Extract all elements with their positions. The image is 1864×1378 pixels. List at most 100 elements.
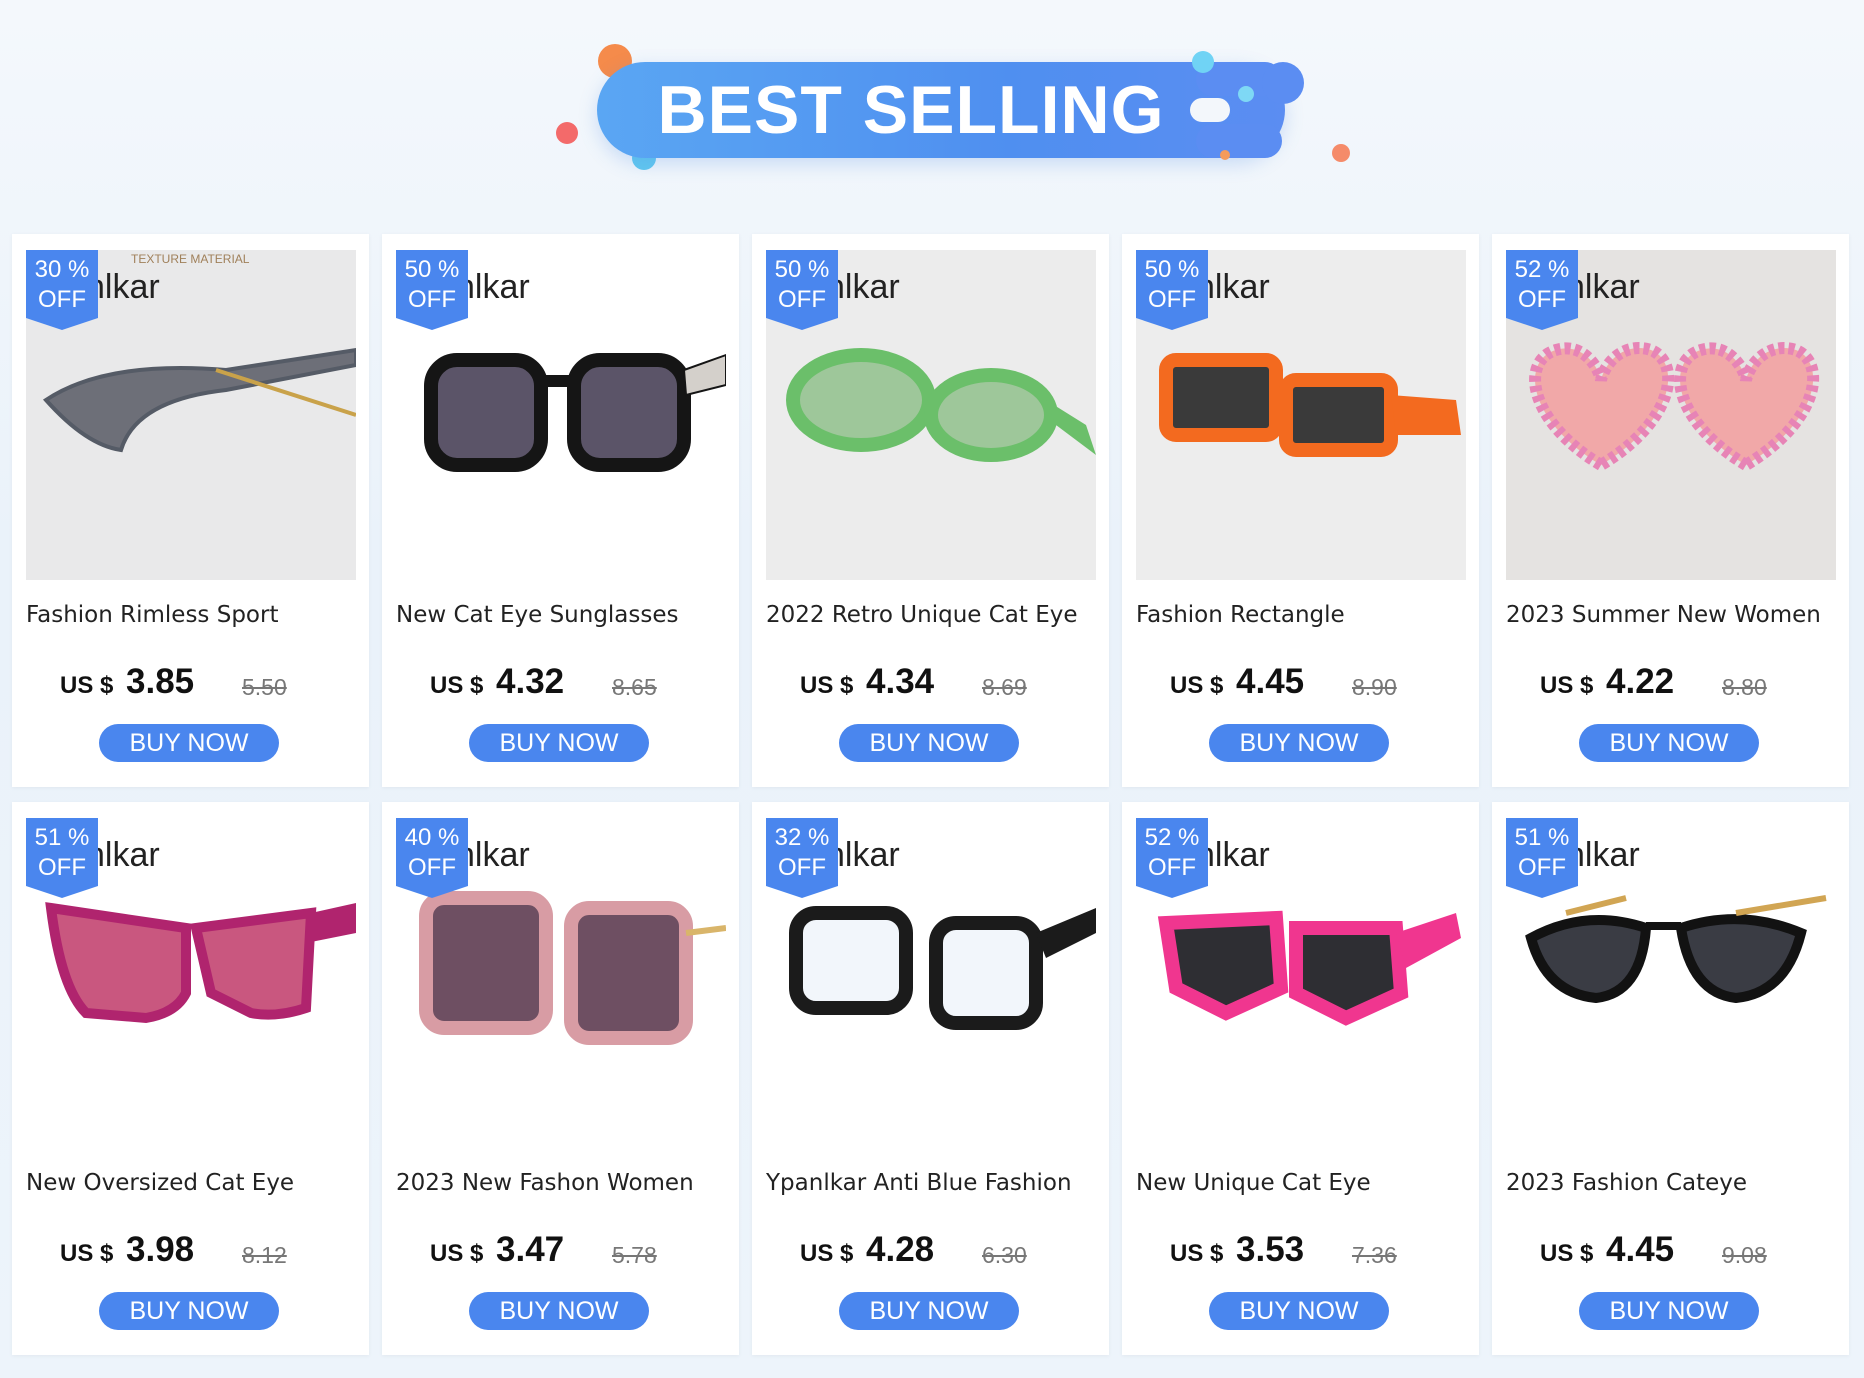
product-card[interactable]: nlkar 51 % OFF New Oversized Cat Eye US … bbox=[12, 802, 369, 1355]
discount-off-label: OFF bbox=[38, 286, 86, 313]
price-row: US $ 4.45 8.90 bbox=[1170, 662, 1470, 702]
product-image[interactable]: nlkar 52 % OFF bbox=[1136, 818, 1466, 1148]
banner-title: BEST SELLING bbox=[657, 72, 1165, 148]
discount-percent: 30 % bbox=[34, 256, 90, 283]
discount-percent: 52 % bbox=[1514, 256, 1570, 283]
original-price: 8.65 bbox=[612, 674, 657, 700]
sale-price: 3.98 bbox=[126, 1230, 195, 1269]
product-image[interactable]: nlkar 40 % OFF bbox=[396, 818, 726, 1148]
original-price: 5.50 bbox=[242, 674, 287, 700]
discount-percent: 51 % bbox=[34, 824, 90, 851]
sale-price: 4.22 bbox=[1606, 662, 1675, 701]
discount-off-label: OFF bbox=[1518, 854, 1566, 881]
price-row: US $ 3.98 8.12 bbox=[60, 1230, 360, 1270]
discount-badge: 30 % OFF bbox=[26, 250, 98, 330]
price-row: US $ 3.85 5.50 bbox=[60, 662, 360, 702]
decor-dot bbox=[1332, 144, 1350, 162]
product-title[interactable]: 2023 Fashion Cateye bbox=[1506, 1170, 1836, 1200]
discount-percent: 52 % bbox=[1144, 824, 1200, 851]
discount-off-label: OFF bbox=[408, 286, 456, 313]
discount-percent: 50 % bbox=[404, 256, 460, 283]
product-image[interactable]: nlkar 32 % OFF bbox=[766, 818, 1096, 1148]
discount-off-label: OFF bbox=[408, 854, 456, 881]
decor-dot bbox=[1262, 62, 1304, 104]
currency-label: US $ bbox=[1170, 672, 1224, 699]
currency-label: US $ bbox=[1540, 672, 1594, 699]
product-image[interactable]: nlkar 50 % OFF bbox=[766, 250, 1096, 580]
discount-off-label: OFF bbox=[38, 854, 86, 881]
discount-off-label: OFF bbox=[1148, 854, 1196, 881]
buy-now-button[interactable]: BUY NOW bbox=[1579, 724, 1759, 762]
buy-now-button[interactable]: BUY NOW bbox=[839, 1292, 1019, 1330]
product-card[interactable]: nlkar 52 % OFF New Unique Cat Eye US $ 3… bbox=[1122, 802, 1479, 1355]
product-card[interactable]: TEXTURE MATERIAL nlkar 30 % OFF Fashion … bbox=[12, 234, 369, 787]
product-image[interactable]: nlkar 50 % OFF bbox=[1136, 250, 1466, 580]
currency-label: US $ bbox=[60, 672, 114, 699]
product-image[interactable]: nlkar 52 % OFF bbox=[1506, 250, 1836, 580]
product-title[interactable]: Fashion Rectangle bbox=[1136, 602, 1466, 632]
buy-now-button[interactable]: BUY NOW bbox=[469, 724, 649, 762]
currency-label: US $ bbox=[1540, 1240, 1594, 1267]
product-card[interactable]: nlkar 40 % OFF 2023 New Fashon Women US … bbox=[382, 802, 739, 1355]
product-title[interactable]: Fashion Rimless Sport bbox=[26, 602, 356, 632]
currency-label: US $ bbox=[430, 1240, 484, 1267]
discount-percent: 51 % bbox=[1514, 824, 1570, 851]
discount-badge: 32 % OFF bbox=[766, 818, 838, 898]
discount-off-label: OFF bbox=[778, 854, 826, 881]
buy-now-button[interactable]: BUY NOW bbox=[1579, 1292, 1759, 1330]
currency-label: US $ bbox=[430, 672, 484, 699]
product-image[interactable]: nlkar 51 % OFF bbox=[26, 818, 356, 1148]
sale-price: 4.34 bbox=[866, 662, 935, 701]
sale-price: 4.32 bbox=[496, 662, 565, 701]
discount-badge: 50 % OFF bbox=[766, 250, 838, 330]
product-title[interactable]: New Oversized Cat Eye bbox=[26, 1170, 356, 1200]
product-card[interactable]: nlkar 52 % OFF 2023 Summer New Women US … bbox=[1492, 234, 1849, 787]
buy-now-button[interactable]: BUY NOW bbox=[839, 724, 1019, 762]
product-image[interactable]: nlkar 51 % OFF bbox=[1506, 818, 1836, 1148]
product-title[interactable]: Ypanlkar Anti Blue Fashion bbox=[766, 1170, 1096, 1200]
product-card[interactable]: nlkar 50 % OFF New Cat Eye Sunglasses US… bbox=[382, 234, 739, 787]
product-title[interactable]: New Cat Eye Sunglasses bbox=[396, 602, 726, 632]
discount-percent: 50 % bbox=[774, 256, 830, 283]
price-row: US $ 3.47 5.78 bbox=[430, 1230, 730, 1270]
discount-off-label: OFF bbox=[778, 286, 826, 313]
discount-badge: 50 % OFF bbox=[1136, 250, 1208, 330]
buy-now-button[interactable]: BUY NOW bbox=[99, 724, 279, 762]
sale-price: 3.85 bbox=[126, 662, 195, 701]
sale-price: 3.47 bbox=[496, 1230, 565, 1269]
price-row: US $ 4.32 8.65 bbox=[430, 662, 730, 702]
buy-now-button[interactable]: BUY NOW bbox=[469, 1292, 649, 1330]
discount-badge: 51 % OFF bbox=[26, 818, 98, 898]
product-card[interactable]: nlkar 50 % OFF 2022 Retro Unique Cat Eye… bbox=[752, 234, 1109, 787]
discount-badge: 40 % OFF bbox=[396, 818, 468, 898]
buy-now-button[interactable]: BUY NOW bbox=[1209, 724, 1389, 762]
currency-label: US $ bbox=[800, 1240, 854, 1267]
product-card[interactable]: nlkar 50 % OFF Fashion Rectangle US $ 4.… bbox=[1122, 234, 1479, 787]
buy-now-button[interactable]: BUY NOW bbox=[1209, 1292, 1389, 1330]
product-title[interactable]: 2023 New Fashon Women bbox=[396, 1170, 726, 1200]
original-price: 9.08 bbox=[1722, 1242, 1767, 1268]
product-card[interactable]: nlkar 32 % OFF Ypanlkar Anti Blue Fashio… bbox=[752, 802, 1109, 1355]
original-price: 6.30 bbox=[982, 1242, 1027, 1268]
price-row: US $ 4.28 6.30 bbox=[800, 1230, 1100, 1270]
product-image[interactable]: TEXTURE MATERIAL nlkar 30 % OFF bbox=[26, 250, 356, 580]
product-title[interactable]: 2023 Summer New Women bbox=[1506, 602, 1836, 632]
discount-percent: 40 % bbox=[404, 824, 460, 851]
product-image[interactable]: nlkar 50 % OFF bbox=[396, 250, 726, 580]
original-price: 8.80 bbox=[1722, 674, 1767, 700]
product-title[interactable]: 2022 Retro Unique Cat Eye bbox=[766, 602, 1096, 632]
original-price: 8.90 bbox=[1352, 674, 1397, 700]
product-card[interactable]: nlkar 51 % OFF 2023 Fashion Cateye US $ … bbox=[1492, 802, 1849, 1355]
original-price: 8.12 bbox=[242, 1242, 287, 1268]
discount-badge: 52 % OFF bbox=[1506, 250, 1578, 330]
original-price: 8.69 bbox=[982, 674, 1027, 700]
original-price: 7.36 bbox=[1352, 1242, 1397, 1268]
sale-price: 4.28 bbox=[866, 1230, 935, 1269]
buy-now-button[interactable]: BUY NOW bbox=[99, 1292, 279, 1330]
sale-price: 4.45 bbox=[1236, 662, 1305, 701]
price-row: US $ 4.34 8.69 bbox=[800, 662, 1100, 702]
product-title[interactable]: New Unique Cat Eye bbox=[1136, 1170, 1466, 1200]
sale-price: 3.53 bbox=[1236, 1230, 1305, 1269]
best-selling-banner: BEST SELLING bbox=[0, 0, 1864, 230]
currency-label: US $ bbox=[800, 672, 854, 699]
